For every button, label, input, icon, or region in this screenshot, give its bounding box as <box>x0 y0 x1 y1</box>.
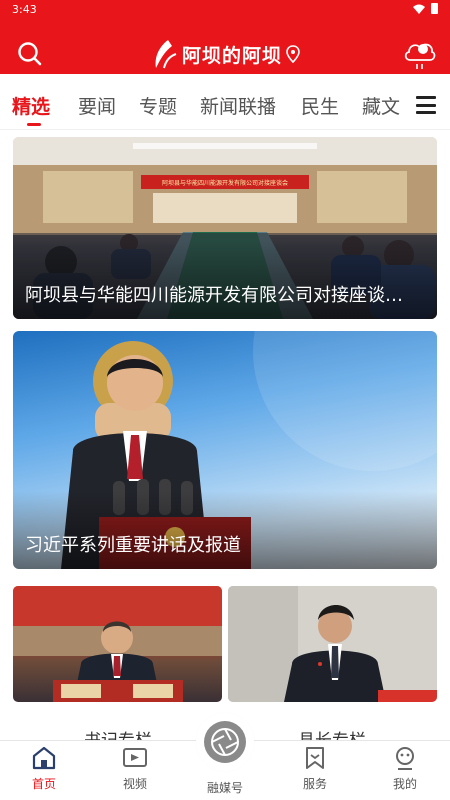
bottom-navigation: 首页 视频 融媒号 服务 我的 <box>0 717 450 800</box>
app-header: 3:43 阿坝的阿坝 <box>0 0 450 74</box>
profile-icon <box>396 747 414 770</box>
home-icon <box>32 746 56 770</box>
news-card-meeting[interactable]: 阿坝县与华能四川能源开发有限公司对接座谈会 阿坝县与华能四川能源开发有限公司对接… <box>13 137 437 319</box>
card-caption: 阿坝县与华能四川能源开发有限公司对接座谈… <box>13 241 437 319</box>
column-thumbnail-secretary[interactable] <box>13 586 222 702</box>
nav-services[interactable]: 服务 <box>285 745 345 792</box>
status-time: 3:43 <box>12 3 37 16</box>
nav-profile-label: 我的 <box>392 777 417 791</box>
meeting-banner-text: 阿坝县与华能四川能源开发有限公司对接座谈会 <box>162 179 288 187</box>
channel-tabs: 精选 要闻 专题 新闻联播 民生 藏文 <box>0 74 450 130</box>
battery-icon <box>431 3 438 14</box>
app-title: 阿坝的阿坝 <box>182 44 283 67</box>
nav-video-label: 视频 <box>122 777 147 791</box>
location-pin-icon <box>286 45 300 63</box>
nav-media-label[interactable]: 融媒号 <box>196 779 254 796</box>
card-caption: 习近平系列重要讲话及报道 <box>13 491 437 569</box>
app-logo: 阿坝的阿坝 <box>150 38 300 70</box>
column-thumbnail-county-head[interactable] <box>228 586 437 702</box>
search-icon[interactable] <box>16 40 44 68</box>
camera-aperture-icon <box>204 721 246 763</box>
nav-home-label: 首页 <box>31 777 56 791</box>
tab-featured[interactable]: 精选 <box>12 92 50 119</box>
tab-livelihood[interactable]: 民生 <box>301 92 339 119</box>
weather-icon[interactable] <box>402 36 436 72</box>
nav-media-center-button[interactable] <box>200 717 250 767</box>
active-tab-indicator <box>27 123 41 126</box>
county-head-photo <box>228 586 437 702</box>
news-card-speech-series[interactable]: 习近平系列重要讲话及报道 <box>13 331 437 569</box>
tab-headlines[interactable]: 要闻 <box>78 92 116 119</box>
nav-home[interactable]: 首页 <box>14 745 74 792</box>
status-bar: 3:43 <box>0 0 450 22</box>
secretary-photo <box>13 586 222 702</box>
tab-news-broadcast[interactable]: 新闻联播 <box>200 92 276 119</box>
tab-tibetan[interactable]: 藏文 <box>362 92 400 119</box>
wifi-icon <box>413 4 425 14</box>
brand-mark-icon <box>155 40 177 69</box>
nav-video[interactable]: 视频 <box>105 745 165 792</box>
channel-menu-icon[interactable] <box>416 96 436 114</box>
nav-profile[interactable]: 我的 <box>375 745 435 792</box>
bookmark-icon <box>306 747 324 769</box>
video-icon <box>123 748 147 767</box>
status-icons <box>413 3 438 14</box>
nav-services-label: 服务 <box>302 777 327 791</box>
tab-topics[interactable]: 专题 <box>139 92 177 119</box>
